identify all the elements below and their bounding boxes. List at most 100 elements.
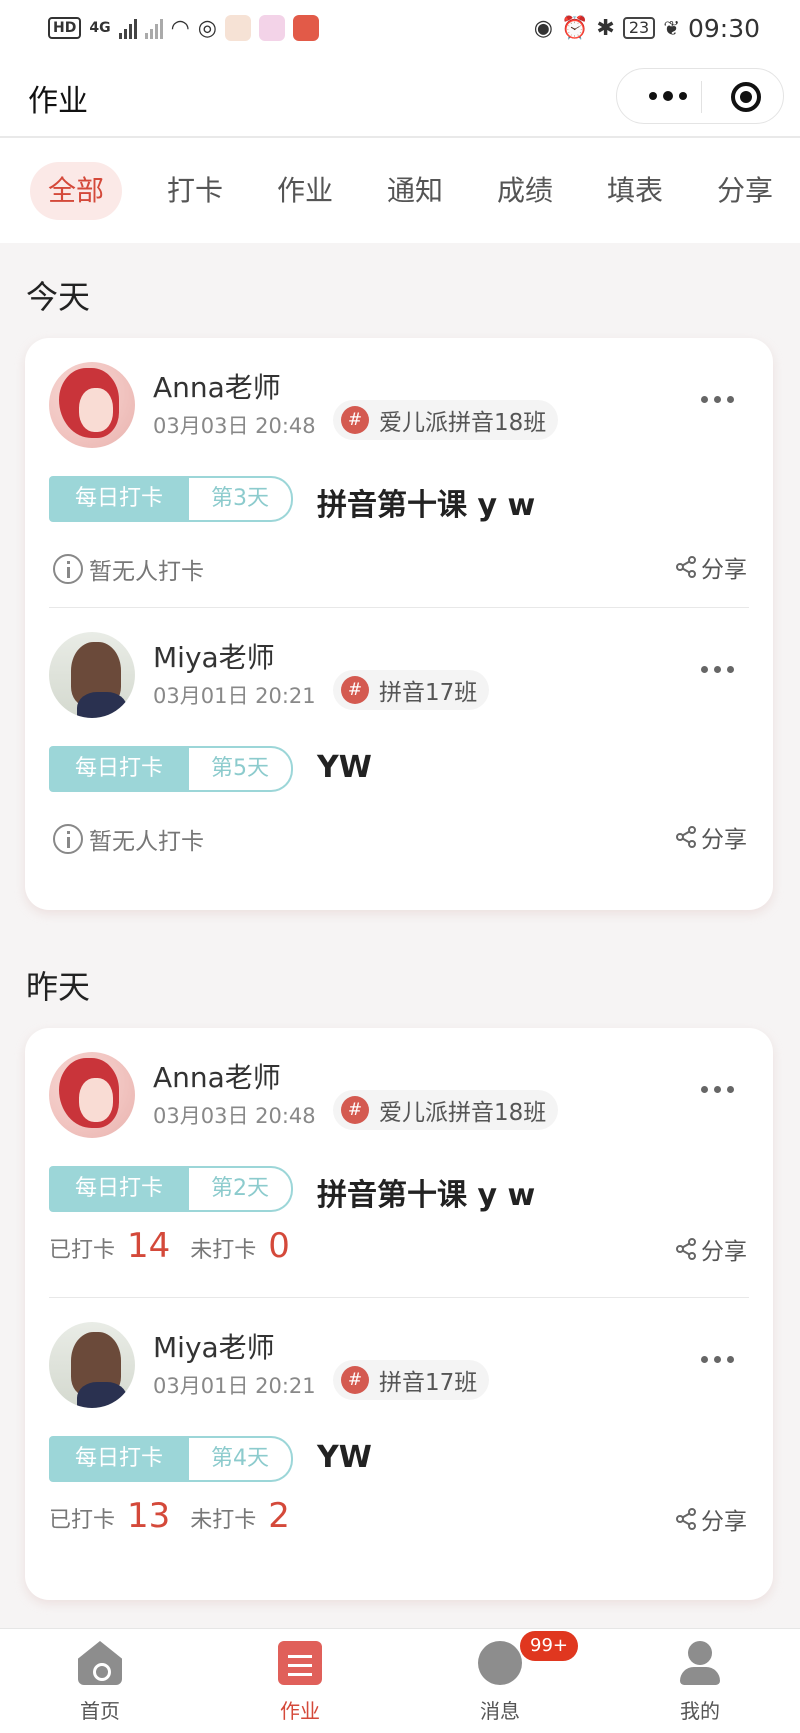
class-tag[interactable]: # 爱儿派拼音18班	[333, 1090, 559, 1130]
teacher-name: Miya老师	[153, 641, 275, 674]
section-title-yesterday: 昨天	[26, 968, 91, 1006]
share-icon	[676, 1238, 696, 1260]
alarm-icon: ⏰	[560, 15, 589, 41]
more-options-icon[interactable]	[701, 1086, 741, 1098]
app-icon-2	[258, 15, 285, 41]
info-icon	[53, 554, 83, 584]
hash-icon: #	[341, 406, 369, 434]
hash-icon: #	[341, 1366, 369, 1394]
close-target-icon[interactable]	[731, 82, 761, 112]
tabbar-homework[interactable]: 作业	[200, 1629, 400, 1733]
tab-all[interactable]: 全部	[30, 161, 122, 220]
status-text: 暂无人打卡	[89, 559, 204, 585]
share-button[interactable]: 分享	[675, 820, 747, 854]
network-type: 4G	[89, 20, 111, 36]
badge-type: 每日打卡	[49, 746, 189, 792]
badge-day: 第4天	[189, 1436, 293, 1482]
more-options-icon[interactable]	[701, 666, 741, 678]
section-title-today: 今天	[26, 278, 91, 316]
clock: 09:30	[687, 13, 760, 43]
hd-indicator: HD	[48, 17, 82, 39]
tab-share[interactable]: 分享	[690, 162, 800, 220]
undone-count: 0	[268, 1226, 290, 1266]
tabbar-label: 消息	[480, 1699, 520, 1723]
badge-day: 第3天	[189, 476, 293, 522]
tab-checkin[interactable]: 打卡	[140, 162, 250, 220]
checkin-stats: 已打卡 14 未打卡 0	[49, 1226, 310, 1266]
tabbar-messages[interactable]: 99+ 消息	[400, 1629, 600, 1733]
share-button[interactable]: 分享	[675, 550, 747, 584]
app-icon-3	[292, 15, 319, 41]
more-options-icon[interactable]	[701, 1356, 741, 1368]
hash-icon: #	[341, 676, 369, 704]
homework-icon	[278, 1641, 322, 1685]
class-name: 拼音17班	[379, 680, 478, 706]
list-item[interactable]: Miya老师 03月01日 20:21 # 拼音17班 每日打卡 第5天 YW 暂…	[25, 608, 773, 876]
tab-form[interactable]: 填表	[580, 162, 690, 220]
page-title: 作业	[28, 84, 88, 119]
checkin-badge: 每日打卡 第2天	[49, 1166, 293, 1212]
mini-program-capsule	[616, 68, 784, 124]
app-icon-1	[224, 15, 251, 41]
class-tag[interactable]: # 拼音17班	[333, 1360, 490, 1400]
tab-homework[interactable]: 作业	[250, 162, 360, 220]
badge-day: 第5天	[189, 746, 293, 792]
more-options-icon[interactable]	[701, 396, 741, 408]
checkin-status: 暂无人打卡	[53, 552, 204, 586]
checkin-badge: 每日打卡 第4天	[49, 1436, 293, 1482]
task-title: YW	[317, 1440, 372, 1475]
avatar	[49, 362, 135, 448]
tab-notice[interactable]: 通知	[360, 162, 470, 220]
info-icon	[53, 824, 83, 854]
done-label: 已打卡	[49, 1238, 116, 1263]
hash-icon: #	[341, 1096, 369, 1124]
teacher-name: Anna老师	[153, 371, 281, 404]
avatar	[49, 1322, 135, 1408]
bluetooth-icon: ✱	[596, 15, 615, 41]
task-title: 拼音第十课 y w	[317, 488, 536, 523]
home-icon	[78, 1641, 122, 1685]
unread-badge: 99+	[520, 1631, 578, 1661]
card-today: Anna老师 03月03日 20:48 # 爱儿派拼音18班 每日打卡 第3天 拼…	[25, 338, 773, 910]
profile-icon	[678, 1641, 722, 1685]
wifi-icon: ◠	[170, 15, 190, 41]
avatar	[49, 1052, 135, 1138]
post-time: 03月03日 20:48	[153, 1104, 316, 1128]
badge-type: 每日打卡	[49, 1436, 189, 1482]
post-time: 03月01日 20:21	[153, 684, 316, 708]
teacher-name: Anna老师	[153, 1061, 281, 1094]
more-menu-button[interactable]	[643, 83, 693, 109]
badge-day: 第2天	[189, 1166, 293, 1212]
share-label: 分享	[701, 1239, 747, 1265]
filter-tabs: 全部 打卡 作业 通知 成绩 填表 分享	[0, 138, 800, 243]
leaf-icon: ❦	[663, 16, 680, 40]
tab-grades[interactable]: 成绩	[470, 162, 580, 220]
tabbar-label: 首页	[80, 1699, 120, 1723]
list-item[interactable]: Anna老师 03月03日 20:48 # 爱儿派拼音18班 每日打卡 第2天 拼…	[25, 1028, 773, 1296]
undone-count: 2	[268, 1496, 290, 1536]
class-tag[interactable]: # 爱儿派拼音18班	[333, 400, 559, 440]
class-name: 爱儿派拼音18班	[379, 410, 547, 436]
status-bar: HD 4G ◠ ◎ ◉ ⏰ ✱ 23 ❦ 09:30	[0, 0, 800, 56]
task-title: YW	[317, 750, 372, 785]
checkin-badge: 每日打卡 第5天	[49, 746, 293, 792]
tabbar-home[interactable]: 首页	[0, 1629, 200, 1733]
done-label: 已打卡	[49, 1508, 116, 1533]
share-label: 分享	[701, 827, 747, 853]
share-icon	[676, 1508, 696, 1530]
avatar	[49, 632, 135, 718]
checkin-badge: 每日打卡 第3天	[49, 476, 293, 522]
teacher-name: Miya老师	[153, 1331, 275, 1364]
badge-type: 每日打卡	[49, 476, 189, 522]
signal-icon	[118, 17, 137, 39]
tabbar-profile[interactable]: 我的	[600, 1629, 800, 1733]
class-tag[interactable]: # 拼音17班	[333, 670, 490, 710]
eye-icon: ◉	[533, 15, 553, 41]
list-item[interactable]: Miya老师 03月01日 20:21 # 拼音17班 每日打卡 第4天 YW 已…	[25, 1298, 773, 1566]
status-bar-left: HD 4G ◠ ◎	[48, 15, 319, 41]
list-item[interactable]: Anna老师 03月03日 20:48 # 爱儿派拼音18班 每日打卡 第3天 拼…	[25, 338, 773, 606]
share-button[interactable]: 分享	[675, 1502, 747, 1536]
status-text: 暂无人打卡	[89, 829, 204, 855]
checkin-status: 暂无人打卡	[53, 822, 204, 856]
share-button[interactable]: 分享	[675, 1232, 747, 1266]
